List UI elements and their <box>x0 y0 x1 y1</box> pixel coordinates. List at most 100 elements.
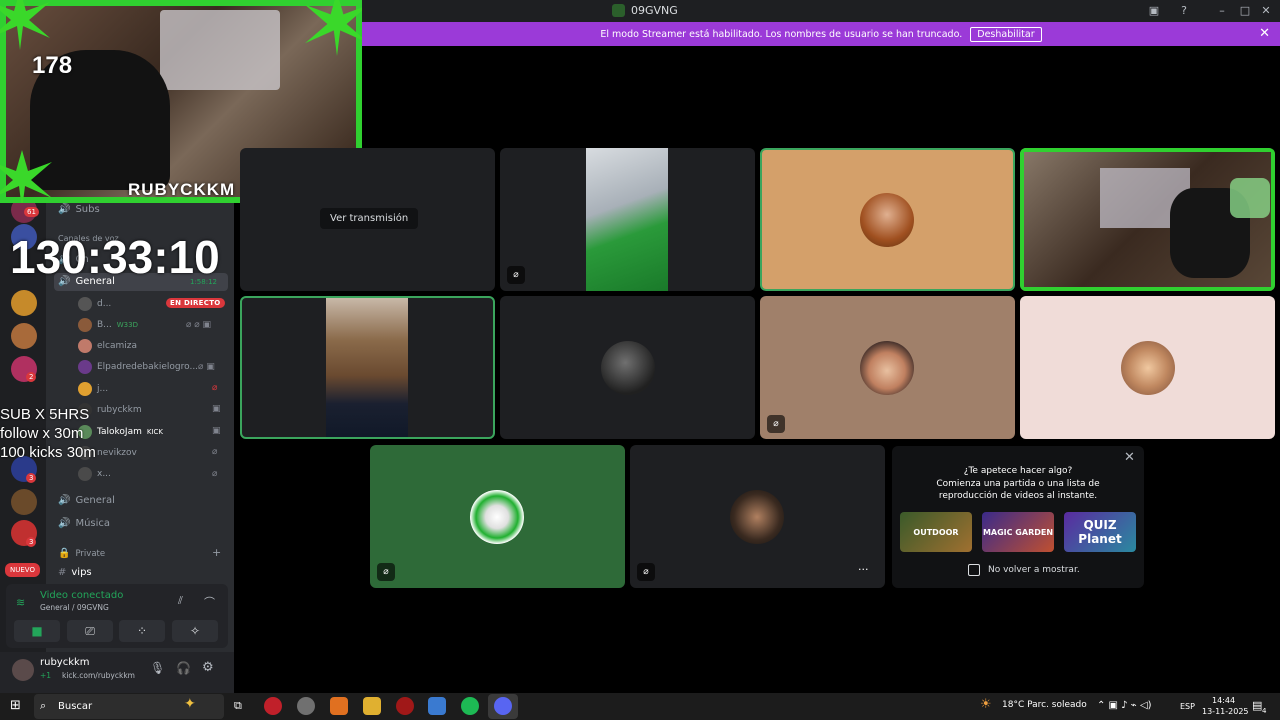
disable-streamer-button[interactable]: Deshabilitar <box>970 26 1042 42</box>
avatar <box>78 318 92 332</box>
mic-muted-icon: ⌀ ▣ <box>198 362 215 372</box>
video-tile[interactable]: ⌀ <box>370 445 625 588</box>
inbox-icon[interactable]: ▣ <box>1146 3 1162 19</box>
channel-musica[interactable]: 🔊 Música <box>58 518 110 529</box>
add-channel-icon[interactable]: + <box>212 546 221 559</box>
windows-start-icon[interactable]: ⊞ <box>10 698 21 713</box>
voice-user[interactable]: d... <box>78 296 111 312</box>
activity-suggestion-card: ✕ ¿Te apetece hacer algo? Comienza una p… <box>892 446 1144 588</box>
spotify-icon[interactable] <box>461 697 479 715</box>
dont-show-checkbox[interactable] <box>968 564 980 576</box>
search-icon: ⌕ <box>40 699 47 712</box>
window-title: 09GVNG <box>612 4 678 17</box>
avatar <box>78 467 92 481</box>
share-screen-button[interactable]: ⎚ <box>67 620 113 642</box>
channel-subs[interactable]: 🔊 Subs <box>58 204 100 215</box>
dont-show-label: No volver a mostrar. <box>988 565 1080 575</box>
speaker-icon: 🔊 <box>58 204 71 215</box>
video-tile-stream-overlay[interactable] <box>1020 148 1275 291</box>
clock-date[interactable]: 13-11-2025 <box>1202 707 1249 716</box>
language-indicator[interactable]: ESP <box>1180 702 1195 711</box>
help-icon[interactable]: ? <box>1176 3 1192 19</box>
server-icon-6[interactable] <box>11 489 37 515</box>
app-icon[interactable] <box>297 697 315 715</box>
mic-muted-icon: ⌀ <box>637 563 655 581</box>
disconnect-icon[interactable]: ⌒ <box>204 594 215 610</box>
game-magic-garden[interactable]: MAGIC GARDEN <box>982 512 1054 552</box>
channel-general-2[interactable]: 🔊 General <box>58 495 115 506</box>
mic-muted-icon: ⌀ <box>507 266 525 284</box>
taskbar: ⊞ ⌕ Buscar ✦ ⧉ ☀ 18°C Parc. soleado ⌃ ▣ … <box>0 693 1280 720</box>
game-outdoor[interactable]: OUTDOOR <box>900 512 972 552</box>
game-quiz-planet[interactable]: QUIZ Planet <box>1064 512 1136 552</box>
headphones-icon[interactable]: 🎧 <box>176 661 191 675</box>
close-banner-icon[interactable]: ✕ <box>1259 26 1270 41</box>
avatar <box>78 339 92 353</box>
avatar <box>78 382 92 396</box>
video-tile[interactable]: ⌀ <box>760 296 1015 439</box>
noise-suppression-icon[interactable]: ⫽ <box>178 594 183 608</box>
channel-vips[interactable]: # vips <box>58 567 92 578</box>
avatar <box>470 490 524 544</box>
server-icon-rubyckkm[interactable] <box>11 290 37 316</box>
avatar <box>730 490 784 544</box>
app-icon[interactable] <box>396 697 414 715</box>
overlay-line: follow x 30m <box>0 425 84 442</box>
task-view-icon[interactable]: ⧉ <box>234 699 242 713</box>
close-card-icon[interactable]: ✕ <box>1124 450 1135 465</box>
overlay-badge <box>1230 178 1270 218</box>
voice-user[interactable]: elcamiza <box>78 338 137 354</box>
tray-icons[interactable]: ⌃ ▣ ♪ ⌁ ◁) <box>1097 700 1152 711</box>
voice-status: Video conectado <box>40 590 124 601</box>
voice-user[interactable]: j... <box>78 381 108 397</box>
watch-stream-tooltip: Ver transmisión <box>320 208 419 229</box>
deafened-icon: ⌀ <box>767 415 785 433</box>
video-tile-speaking[interactable] <box>760 148 1015 291</box>
voice-user[interactable]: x... <box>78 466 111 482</box>
store-icon[interactable] <box>428 697 446 715</box>
opera-icon[interactable] <box>264 697 282 715</box>
user-tag: KICK <box>146 428 164 436</box>
mic-muted-icon: ⌀ <box>212 469 218 479</box>
activities-button[interactable]: ⁘ <box>119 620 165 642</box>
discord-icon[interactable] <box>494 697 512 715</box>
close-window-button[interactable]: ✕ <box>1258 3 1274 19</box>
video-tile-speaking[interactable] <box>240 296 495 439</box>
camera-button[interactable]: ■ <box>14 620 60 642</box>
voice-user[interactable]: TalokoJam KICK <box>78 424 163 440</box>
app-icon[interactable] <box>330 697 348 715</box>
voice-user[interactable]: Elpadredebakielogro... <box>78 359 198 375</box>
signal-icon: ≋ <box>16 596 26 609</box>
avatar <box>78 360 92 374</box>
camera-icon: ▣ <box>212 426 221 436</box>
user-status: kick.com/rubyckkm <box>62 671 135 680</box>
folder-icon[interactable] <box>363 697 381 715</box>
settings-gear-icon[interactable]: ⚙ <box>202 660 214 675</box>
more-options-icon[interactable]: ··· <box>858 563 869 576</box>
video-tile[interactable] <box>1020 296 1275 439</box>
avatar <box>78 297 92 311</box>
status-prefix: +1 <box>40 671 52 680</box>
clock-time[interactable]: 14:44 <box>1212 696 1235 705</box>
voice-user[interactable]: B... W33D <box>78 317 138 333</box>
notification-icon[interactable]: ▤ <box>1252 699 1262 712</box>
video-tile[interactable]: ⌀ ··· <box>630 445 885 588</box>
video-tile[interactable] <box>500 296 755 439</box>
streamer-mode-banner: El modo Streamer está habilitado. Los no… <box>362 22 1280 46</box>
microphone-icon[interactable]: 🎙 <box>150 661 165 675</box>
video-tile[interactable]: ⌀ <box>500 148 755 291</box>
voice-location: General / 09GVNG <box>40 603 109 612</box>
weather-text[interactable]: 18°C Parc. soleado <box>1002 700 1087 710</box>
live-badge: EN DIRECTO <box>166 298 225 308</box>
user-panel: rubyckkm +1 kick.com/rubyckkm 🎙 🎧 ⚙ <box>0 652 234 693</box>
taskbar-search[interactable]: ⌕ Buscar ✦ <box>34 694 224 719</box>
avatar[interactable] <box>12 659 34 681</box>
weather-icon: ☀ <box>980 697 992 712</box>
server-icon-3[interactable] <box>11 323 37 349</box>
new-badge: NUEVO <box>5 563 40 577</box>
minimize-button[interactable]: – <box>1214 3 1230 19</box>
maximize-button[interactable]: □ <box>1237 3 1253 19</box>
soundboard-button[interactable]: ✧ <box>172 620 218 642</box>
user-name: rubyckkm <box>40 657 90 668</box>
category-private[interactable]: 🔒 Private <box>58 548 105 559</box>
